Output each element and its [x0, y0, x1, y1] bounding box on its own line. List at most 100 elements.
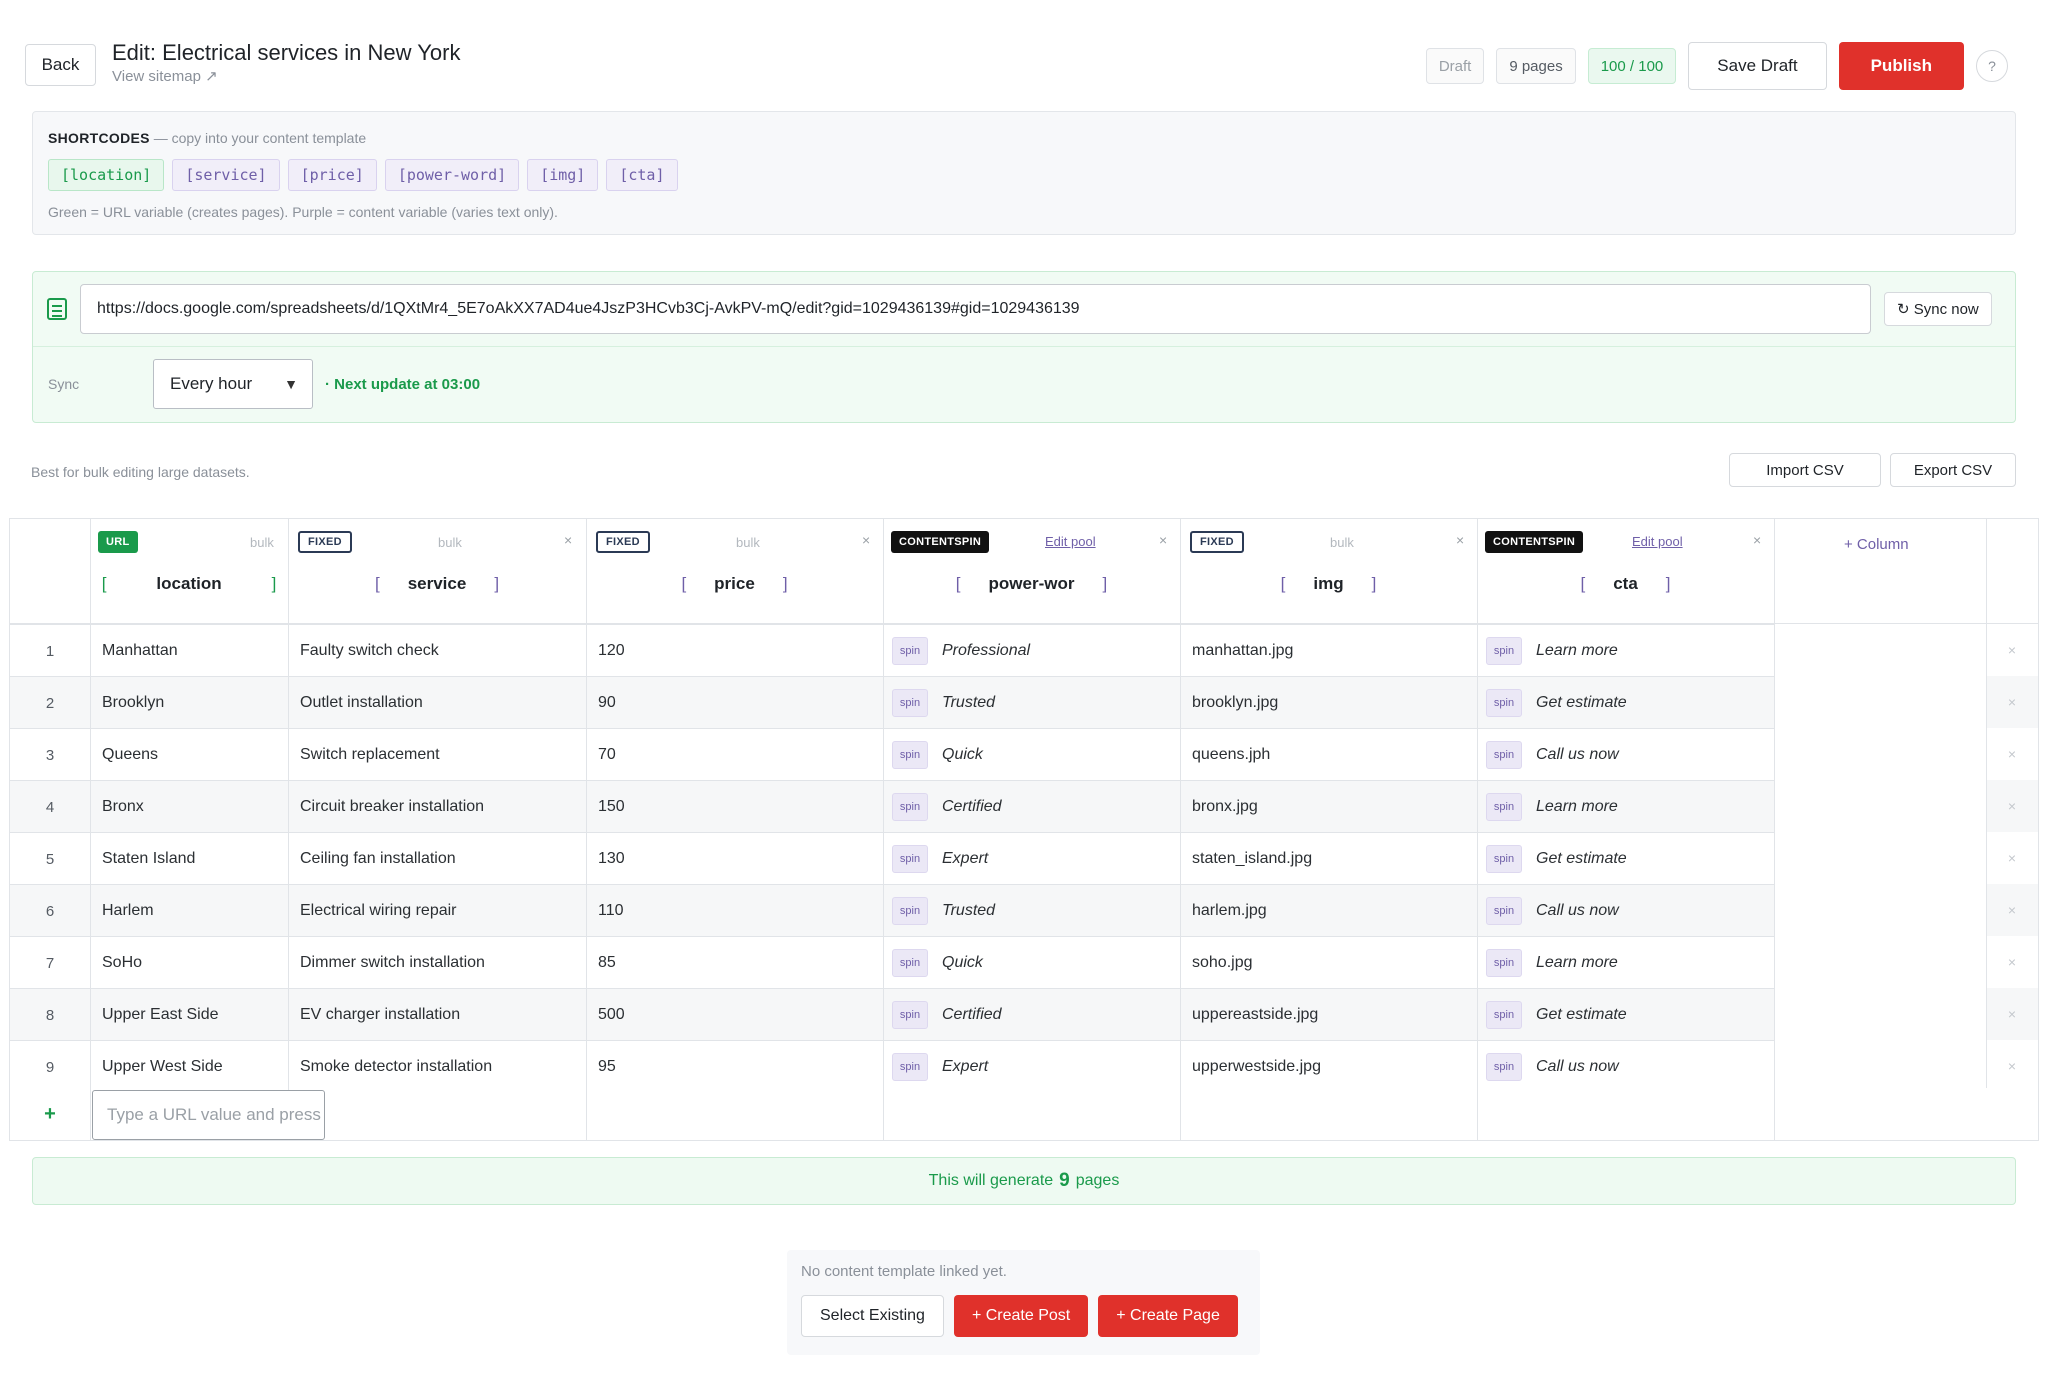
cell-power[interactable]: spin Trusted — [883, 885, 1180, 937]
delete-row-icon[interactable]: × — [1986, 728, 2038, 780]
column-name[interactable]: [location] — [90, 564, 288, 604]
cell-price[interactable]: 90 — [586, 677, 883, 729]
cell-cta[interactable]: spin Learn more — [1477, 625, 1774, 677]
shortcode-cta[interactable]: [cta] — [606, 159, 678, 191]
spin-badge[interactable]: spin — [892, 845, 928, 873]
spin-badge[interactable]: spin — [1486, 1001, 1522, 1029]
cell-power[interactable]: spin Quick — [883, 729, 1180, 781]
shortcode-power-word[interactable]: [power-word] — [384, 159, 520, 191]
cell-cta[interactable]: spin Call us now — [1477, 729, 1774, 781]
bulk-edit-link[interactable]: bulk — [250, 535, 274, 550]
bulk-edit-link[interactable]: bulk — [438, 535, 462, 550]
sheet-url-input[interactable]: https://docs.google.com/spreadsheets/d/1… — [80, 284, 1871, 334]
column-name[interactable]: [img] — [1180, 564, 1477, 604]
cell-service[interactable]: Dimmer switch installation — [288, 937, 586, 989]
remove-column-icon[interactable]: × — [1456, 532, 1464, 548]
spin-badge[interactable]: spin — [892, 637, 928, 665]
cell-location[interactable]: Brooklyn — [90, 677, 288, 729]
cell-price[interactable]: 95 — [586, 1041, 883, 1093]
cell-img[interactable]: harlem.jpg — [1180, 885, 1477, 937]
spin-badge[interactable]: spin — [1486, 793, 1522, 821]
select-existing-button[interactable]: Select Existing — [801, 1295, 944, 1337]
cell-power[interactable]: spin Trusted — [883, 677, 1180, 729]
cell-price[interactable]: 70 — [586, 729, 883, 781]
cell-service[interactable]: EV charger installation — [288, 989, 586, 1041]
back-button[interactable]: Back — [25, 44, 96, 86]
sync-now-button[interactable]: ↻ Sync now — [1884, 292, 1992, 326]
delete-row-icon[interactable]: × — [1986, 884, 2038, 936]
cell-location[interactable]: Upper East Side — [90, 989, 288, 1041]
cell-price[interactable]: 85 — [586, 937, 883, 989]
cell-price[interactable]: 500 — [586, 989, 883, 1041]
cell-power[interactable]: spin Expert — [883, 833, 1180, 885]
cell-service[interactable]: Smoke detector installation — [288, 1041, 586, 1093]
cell-img[interactable]: bronx.jpg — [1180, 781, 1477, 833]
cell-img[interactable]: manhattan.jpg — [1180, 625, 1477, 677]
cell-price[interactable]: 110 — [586, 885, 883, 937]
shortcode-price[interactable]: [price] — [287, 159, 377, 191]
delete-row-icon[interactable]: × — [1986, 1040, 2038, 1092]
cell-location[interactable]: Queens — [90, 729, 288, 781]
cell-img[interactable]: brooklyn.jpg — [1180, 677, 1477, 729]
cell-location[interactable]: Harlem — [90, 885, 288, 937]
cell-cta[interactable]: spin Get estimate — [1477, 833, 1774, 885]
cell-service[interactable]: Circuit breaker installation — [288, 781, 586, 833]
cell-img[interactable]: soho.jpg — [1180, 937, 1477, 989]
spin-badge[interactable]: spin — [892, 689, 928, 717]
add-row-icon[interactable]: + — [10, 1088, 90, 1140]
spin-badge[interactable]: spin — [892, 793, 928, 821]
spin-badge[interactable]: spin — [1486, 845, 1522, 873]
cell-cta[interactable]: spin Get estimate — [1477, 989, 1774, 1041]
cell-service[interactable]: Switch replacement — [288, 729, 586, 781]
bulk-edit-link[interactable]: bulk — [1330, 535, 1354, 550]
cell-service[interactable]: Faulty switch check — [288, 625, 586, 677]
bulk-edit-link[interactable]: bulk — [736, 535, 760, 550]
create-post-button[interactable]: + Create Post — [953, 1295, 1089, 1337]
shortcode-location[interactable]: [location] — [48, 159, 165, 191]
shortcode-img[interactable]: [img] — [527, 159, 599, 191]
cell-cta[interactable]: spin Call us now — [1477, 1041, 1774, 1093]
delete-row-icon[interactable]: × — [1986, 936, 2038, 988]
column-name[interactable]: [price] — [586, 564, 883, 604]
save-draft-button[interactable]: Save Draft — [1688, 42, 1827, 90]
sync-frequency-select[interactable]: Every hour ▼ — [153, 359, 313, 409]
column-name[interactable]: [service] — [288, 564, 586, 604]
remove-column-icon[interactable]: × — [564, 532, 572, 548]
column-name[interactable]: [power-wor] — [883, 564, 1180, 604]
cell-power[interactable]: spin Professional — [883, 625, 1180, 677]
new-row-url-input[interactable]: Type a URL value and press Enter — [92, 1090, 325, 1140]
edit-pool-link[interactable]: Edit pool — [1632, 534, 1683, 549]
cell-cta[interactable]: spin Call us now — [1477, 885, 1774, 937]
spin-badge[interactable]: spin — [892, 741, 928, 769]
spin-badge[interactable]: spin — [1486, 949, 1522, 977]
delete-row-icon[interactable]: × — [1986, 988, 2038, 1040]
cell-location[interactable]: Bronx — [90, 781, 288, 833]
cell-price[interactable]: 120 — [586, 625, 883, 677]
remove-column-icon[interactable]: × — [862, 532, 870, 548]
cell-img[interactable]: queens.jph — [1180, 729, 1477, 781]
help-icon[interactable]: ? — [1976, 50, 2008, 82]
export-csv-button[interactable]: Export CSV — [1890, 453, 2016, 487]
spin-badge[interactable]: spin — [892, 1001, 928, 1029]
edit-pool-link[interactable]: Edit pool — [1045, 534, 1096, 549]
spin-badge[interactable]: spin — [1486, 689, 1522, 717]
cell-power[interactable]: spin Certified — [883, 781, 1180, 833]
cell-location[interactable]: Staten Island — [90, 833, 288, 885]
remove-column-icon[interactable]: × — [1159, 532, 1167, 548]
spin-badge[interactable]: spin — [1486, 741, 1522, 769]
cell-cta[interactable]: spin Learn more — [1477, 937, 1774, 989]
delete-row-icon[interactable]: × — [1986, 624, 2038, 676]
add-column-button[interactable]: + Column — [1844, 536, 1909, 553]
cell-power[interactable]: spin Certified — [883, 989, 1180, 1041]
cell-power[interactable]: spin Expert — [883, 1041, 1180, 1093]
delete-row-icon[interactable]: × — [1986, 780, 2038, 832]
cell-cta[interactable]: spin Learn more — [1477, 781, 1774, 833]
cell-service[interactable]: Electrical wiring repair — [288, 885, 586, 937]
delete-row-icon[interactable]: × — [1986, 832, 2038, 884]
cell-service[interactable]: Outlet installation — [288, 677, 586, 729]
import-csv-button[interactable]: Import CSV — [1729, 453, 1881, 487]
cell-power[interactable]: spin Quick — [883, 937, 1180, 989]
shortcode-service[interactable]: [service] — [172, 159, 280, 191]
delete-row-icon[interactable]: × — [1986, 676, 2038, 728]
cell-price[interactable]: 130 — [586, 833, 883, 885]
